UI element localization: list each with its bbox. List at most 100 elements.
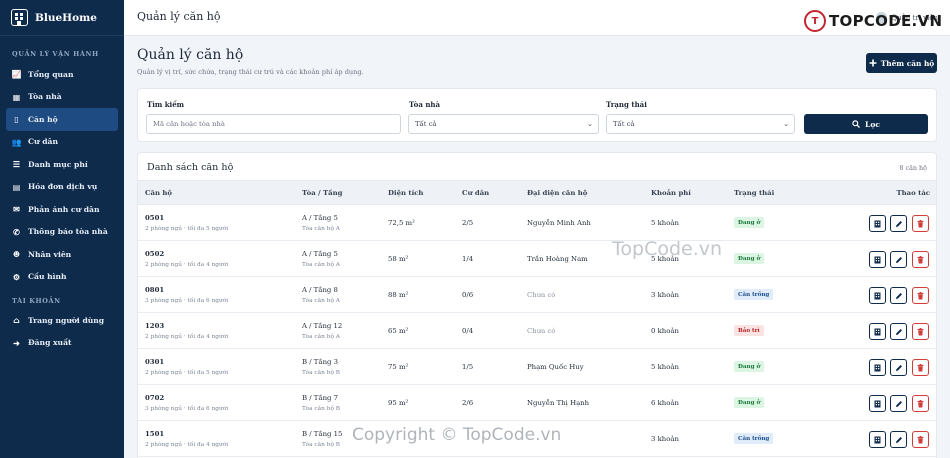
sidebar-item-0[interactable]: ⌂ Trang người dùng (6, 309, 118, 332)
edit-button[interactable] (890, 395, 907, 412)
apartment-detail: 2 phòng ngủ · tối đa 4 người (145, 262, 229, 268)
apartment-detail: 2 phòng ngủ · tối đa 5 người (145, 226, 229, 232)
view-button[interactable] (869, 395, 886, 412)
building-select-value: Tất cả (415, 120, 437, 128)
building-floor: A / Tầng 5 (302, 250, 338, 258)
sidebar-item-2[interactable]: ▯ Căn hộ (6, 108, 118, 131)
add-apartment-label: Thêm căn hộ (880, 58, 935, 68)
sidebar-item-9[interactable]: ⚙ Cấu hình (6, 266, 118, 289)
delete-button[interactable] (912, 395, 929, 412)
table-row: 0502 2 phòng ngủ · tối đa 4 người A / Tầng… (138, 241, 936, 277)
residents-count: 1/4 (462, 255, 474, 263)
representative: Phạm Quốc Huy (527, 363, 584, 371)
gear-icon: ⚙ (12, 271, 21, 282)
delete-button[interactable] (912, 287, 929, 304)
col-area: Diện tích (388, 189, 424, 197)
building-name: Tòa căn hộ A (302, 262, 340, 268)
trash-icon (917, 327, 924, 335)
building-floor: A / Tầng 8 (302, 286, 338, 294)
search-label: Tìm kiếm (147, 100, 185, 109)
users-icon: 👥 (11, 136, 22, 147)
status-select[interactable]: Tất cả ⌄ (606, 114, 795, 134)
sidebar-item-label: Thông báo tòa nhà (28, 227, 108, 237)
logout-icon: ➜ (13, 337, 20, 348)
col-status: Trạng thái (734, 189, 775, 197)
view-button[interactable] (869, 431, 886, 448)
apartment-code: 1203 (145, 322, 165, 330)
representative: Chưa có (527, 291, 556, 299)
sidebar-item-0[interactable]: 📈 Tổng quan (6, 63, 118, 86)
delete-button[interactable] (912, 323, 929, 340)
sidebar-item-1[interactable]: ➜ Đăng xuất (6, 332, 118, 355)
view-button[interactable] (869, 287, 886, 304)
fee-count: 3 khoản (651, 291, 679, 299)
fee-count: 5 khoản (651, 363, 679, 371)
apartment-door-icon: ▯ (14, 114, 19, 125)
sidebar-item-7[interactable]: ✆ Thông báo tòa nhà (6, 221, 118, 244)
sidebar-item-label: Đăng xuất (28, 338, 72, 348)
delete-button[interactable] (912, 251, 929, 268)
sidebar-item-1[interactable]: ▦ Tòa nhà (6, 86, 118, 109)
pencil-icon (895, 364, 902, 371)
view-button[interactable] (869, 359, 886, 376)
apartment-detail: 2 phòng ngủ · tối đa 4 người (145, 442, 229, 448)
area: 75 m² (388, 363, 409, 371)
view-button[interactable] (869, 323, 886, 340)
delete-button[interactable] (912, 359, 929, 376)
sidebar-item-6[interactable]: ✉ Phản ánh cư dân (6, 198, 118, 221)
fee-count: 0 khoản (651, 327, 679, 335)
search-input[interactable]: Mã căn hoặc tòa nhà (146, 114, 401, 134)
apartment-code: 0801 (145, 286, 165, 294)
view-button[interactable] (869, 215, 886, 232)
building-icon: ▦ (12, 91, 21, 102)
edit-button[interactable] (890, 251, 907, 268)
edit-button[interactable] (890, 323, 907, 340)
sidebar-item-3[interactable]: 👥 Cư dân (6, 131, 118, 154)
pencil-icon (895, 400, 902, 407)
status-badge: Bảo trì (734, 325, 764, 336)
pencil-icon (895, 292, 902, 299)
table-row: 0301 2 phòng ngủ · tối đa 5 người B / Tầng… (138, 349, 936, 385)
watermark-center: TopCode.vn (612, 238, 723, 260)
filter-button[interactable]: Lọc (804, 114, 928, 134)
sidebar-item-5[interactable]: ▤ Hóa đơn dịch vụ (6, 176, 118, 199)
sidebar-item-label: Nhân viên (28, 249, 72, 259)
building-floor: A / Tầng 5 (302, 214, 338, 222)
building-floor: B / Tầng 15 (302, 430, 343, 438)
delete-button[interactable] (912, 215, 929, 232)
sidebar-item-label: Căn hộ (28, 114, 58, 124)
edit-button[interactable] (890, 359, 907, 376)
sidebar-item-4[interactable]: ☰ Danh mục phí (6, 153, 118, 176)
megaphone-icon: ✆ (13, 226, 20, 237)
view-button[interactable] (869, 251, 886, 268)
building-view-icon (874, 256, 881, 263)
sidebar-item-8[interactable]: ☻ Nhân viên (6, 243, 118, 266)
watermark-copyright: Copyright © TopCode.vn (352, 425, 562, 445)
area: 72,5 m² (388, 219, 415, 227)
building-view-icon (874, 364, 881, 371)
page-title: Quản lý căn hộ (137, 47, 244, 63)
edit-button[interactable] (890, 287, 907, 304)
sidebar-item-label: Tòa nhà (28, 92, 62, 102)
status-badge: Căn trống (734, 289, 774, 300)
apartment-code: 1501 (145, 430, 165, 438)
invoice-icon: ▤ (12, 181, 21, 192)
building-view-icon (874, 400, 881, 407)
edit-button[interactable] (890, 431, 907, 448)
delete-button[interactable] (912, 431, 929, 448)
chevron-down-icon: ⌄ (783, 120, 789, 128)
trash-icon (917, 291, 924, 299)
building-select[interactable]: Tất cả ⌄ (408, 114, 599, 134)
fee-count: 3 khoản (651, 435, 679, 443)
trash-icon (917, 363, 924, 371)
pencil-icon (895, 328, 902, 335)
brand[interactable]: BlueHome (0, 0, 124, 36)
building-floor: B / Tầng 7 (302, 394, 339, 402)
building-name: Tòa căn hộ A (302, 334, 340, 340)
residents-count: 2/6 (462, 399, 474, 407)
apartment-code: 0501 (145, 214, 165, 222)
filter-card: Tìm kiếm Mã căn hoặc tòa nhà Tòa nhà Tất… (137, 88, 937, 142)
trash-icon (917, 219, 924, 227)
edit-button[interactable] (890, 215, 907, 232)
add-apartment-button[interactable]: Thêm căn hộ (866, 53, 937, 73)
